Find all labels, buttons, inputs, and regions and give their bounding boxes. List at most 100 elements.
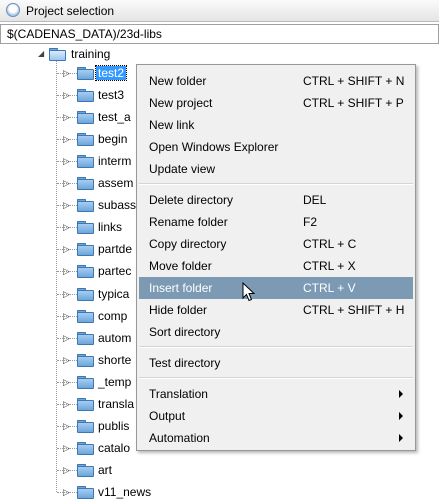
tree-item[interactable]: ▷ interm [0,151,140,171]
expand-toggle-icon[interactable]: ▷ [63,156,70,166]
expand-toggle-icon[interactable]: ▷ [63,178,70,188]
expand-toggle-icon[interactable]: ▷ [63,355,70,365]
expand-toggle-icon[interactable]: ▷ [63,266,70,276]
expand-toggle-icon[interactable]: ▷ [63,487,70,497]
tree-root-row[interactable]: ◢ training [0,44,130,64]
expand-toggle-icon[interactable]: ▷ [63,222,70,232]
menu-item-insert-folder[interactable]: Insert folder CTRL + V [139,277,413,299]
menu-item-hide-folder[interactable]: Hide folder CTRL + SHIFT + H [139,299,413,321]
collapse-toggle-icon[interactable]: ◢ [38,49,44,59]
expand-toggle-icon[interactable]: ▷ [63,134,70,144]
menu-item-sort-directory[interactable]: Sort directory [139,321,413,343]
expand-toggle-icon[interactable]: ▷ [63,377,70,387]
tree-item[interactable]: ▷ partec [0,261,140,281]
expand-toggle-icon[interactable]: ▷ [63,244,70,254]
tree-item-label: links [98,220,123,235]
menu-item-shortcut: CTRL + SHIFT + H [303,303,405,317]
tree-item[interactable]: ▷ art [0,460,140,480]
folder-body [77,179,94,191]
expand-toggle-icon[interactable]: ▷ [63,399,70,409]
folder-body [77,487,94,499]
tree-item[interactable]: ▷ autom [0,328,140,348]
menu-item-label: Test directory [149,356,221,370]
folder-body [77,399,94,411]
tree-item[interactable]: ▷ transla [0,394,140,414]
menu-item-output[interactable]: Output [139,405,413,427]
tree-item-label: v11_news [98,484,152,499]
tree-item[interactable]: ▷ v11_news [0,482,151,502]
window-title: Project selection [26,4,115,18]
tree-item[interactable]: ▷ links [0,217,140,237]
app-globe-icon [6,3,20,17]
menu-item-update-view[interactable]: Update view [139,158,413,180]
menu-item-open-windows-explorer[interactable]: Open Windows Explorer [139,136,413,158]
tree-item[interactable]: ▷ assem [0,173,140,193]
menu-item-delete-directory[interactable]: Delete directory DEL [139,189,413,211]
tree-item-label: assem [98,176,134,191]
expand-toggle-icon[interactable]: ▷ [63,68,70,78]
tree-item[interactable]: ▷ comp [0,306,140,326]
folder-icon [77,67,94,80]
folder-body [77,289,94,301]
folder-icon [77,133,94,147]
expand-toggle-icon[interactable]: ▷ [63,443,70,453]
tree-item[interactable]: ▷ typica [0,284,140,304]
tree-item[interactable]: ▷ shorte [0,350,140,370]
tree-item-label: test3 [98,88,125,103]
tree-item-label: test2 [94,65,128,81]
menu-separator [139,346,413,348]
menu-item-label: New folder [149,74,207,88]
folder-icon [77,155,94,169]
menu-item-rename-folder[interactable]: Rename folder F2 [139,211,413,233]
folder-icon [77,419,94,433]
submenu-arrow-icon [399,434,403,442]
menu-item-move-folder[interactable]: Move folder CTRL + X [139,255,413,277]
tree-item[interactable]: ▷ publis [0,416,140,436]
folder-icon [77,199,94,213]
tree-item[interactable]: ▷ catalo [0,438,140,458]
menu-item-copy-directory[interactable]: Copy directory CTRL + C [139,233,413,255]
expand-toggle-icon[interactable]: ▷ [63,465,70,475]
menu-item-new-link[interactable]: New link [139,114,413,136]
tree-item[interactable]: ▷ test_a [0,107,140,127]
path-value: $(CADENAS_DATA)/23d-libs [7,27,162,41]
expand-toggle-icon[interactable]: ▷ [63,289,70,299]
tree-item-label: _temp [98,374,132,389]
expand-toggle-icon[interactable]: ▷ [63,112,70,122]
menu-item-new-project[interactable]: New project CTRL + SHIFT + P [139,92,413,114]
submenu-arrow-icon [399,412,403,420]
folder-body [49,50,66,61]
expand-toggle-icon[interactable]: ▷ [63,333,70,343]
tree-item-label: catalo [98,440,131,455]
path-field[interactable]: $(CADENAS_DATA)/23d-libs [0,24,439,44]
menu-item-label: Insert folder [149,281,213,295]
tree-item[interactable]: ▷ subass [0,195,140,215]
tree-item[interactable]: ▷ test2 [0,63,140,83]
expand-toggle-icon[interactable]: ▷ [63,90,70,100]
tree-item-label: subass [98,198,137,213]
folder-body [77,69,94,80]
folder-body [77,113,94,125]
menu-item-automation[interactable]: Automation [139,427,413,449]
menu-item-new-folder[interactable]: New folder CTRL + SHIFT + N [139,70,413,92]
folder-body [77,421,94,433]
tree-item[interactable]: ▷ test3 [0,85,140,105]
tree-item-label: publis [98,418,130,433]
menu-item-translation[interactable]: Translation [139,383,413,405]
menu-item-shortcut: CTRL + X [303,259,356,273]
folder-icon [77,309,94,323]
folder-body [77,157,94,169]
folder-open-icon [49,48,66,61]
menu-separator [139,377,413,379]
folder-icon [77,331,94,345]
expand-toggle-icon[interactable]: ▷ [63,311,70,321]
submenu-arrow-icon [399,390,403,398]
title-bar: Project selection [0,0,439,22]
menu-item-test-directory[interactable]: Test directory [139,352,413,374]
folder-body [77,311,94,323]
tree-item[interactable]: ▷ partde [0,239,140,259]
tree-item[interactable]: ▷ begin [0,129,140,149]
expand-toggle-icon[interactable]: ▷ [63,200,70,210]
expand-toggle-icon[interactable]: ▷ [63,421,70,431]
tree-item[interactable]: ▷ _temp [0,372,140,392]
